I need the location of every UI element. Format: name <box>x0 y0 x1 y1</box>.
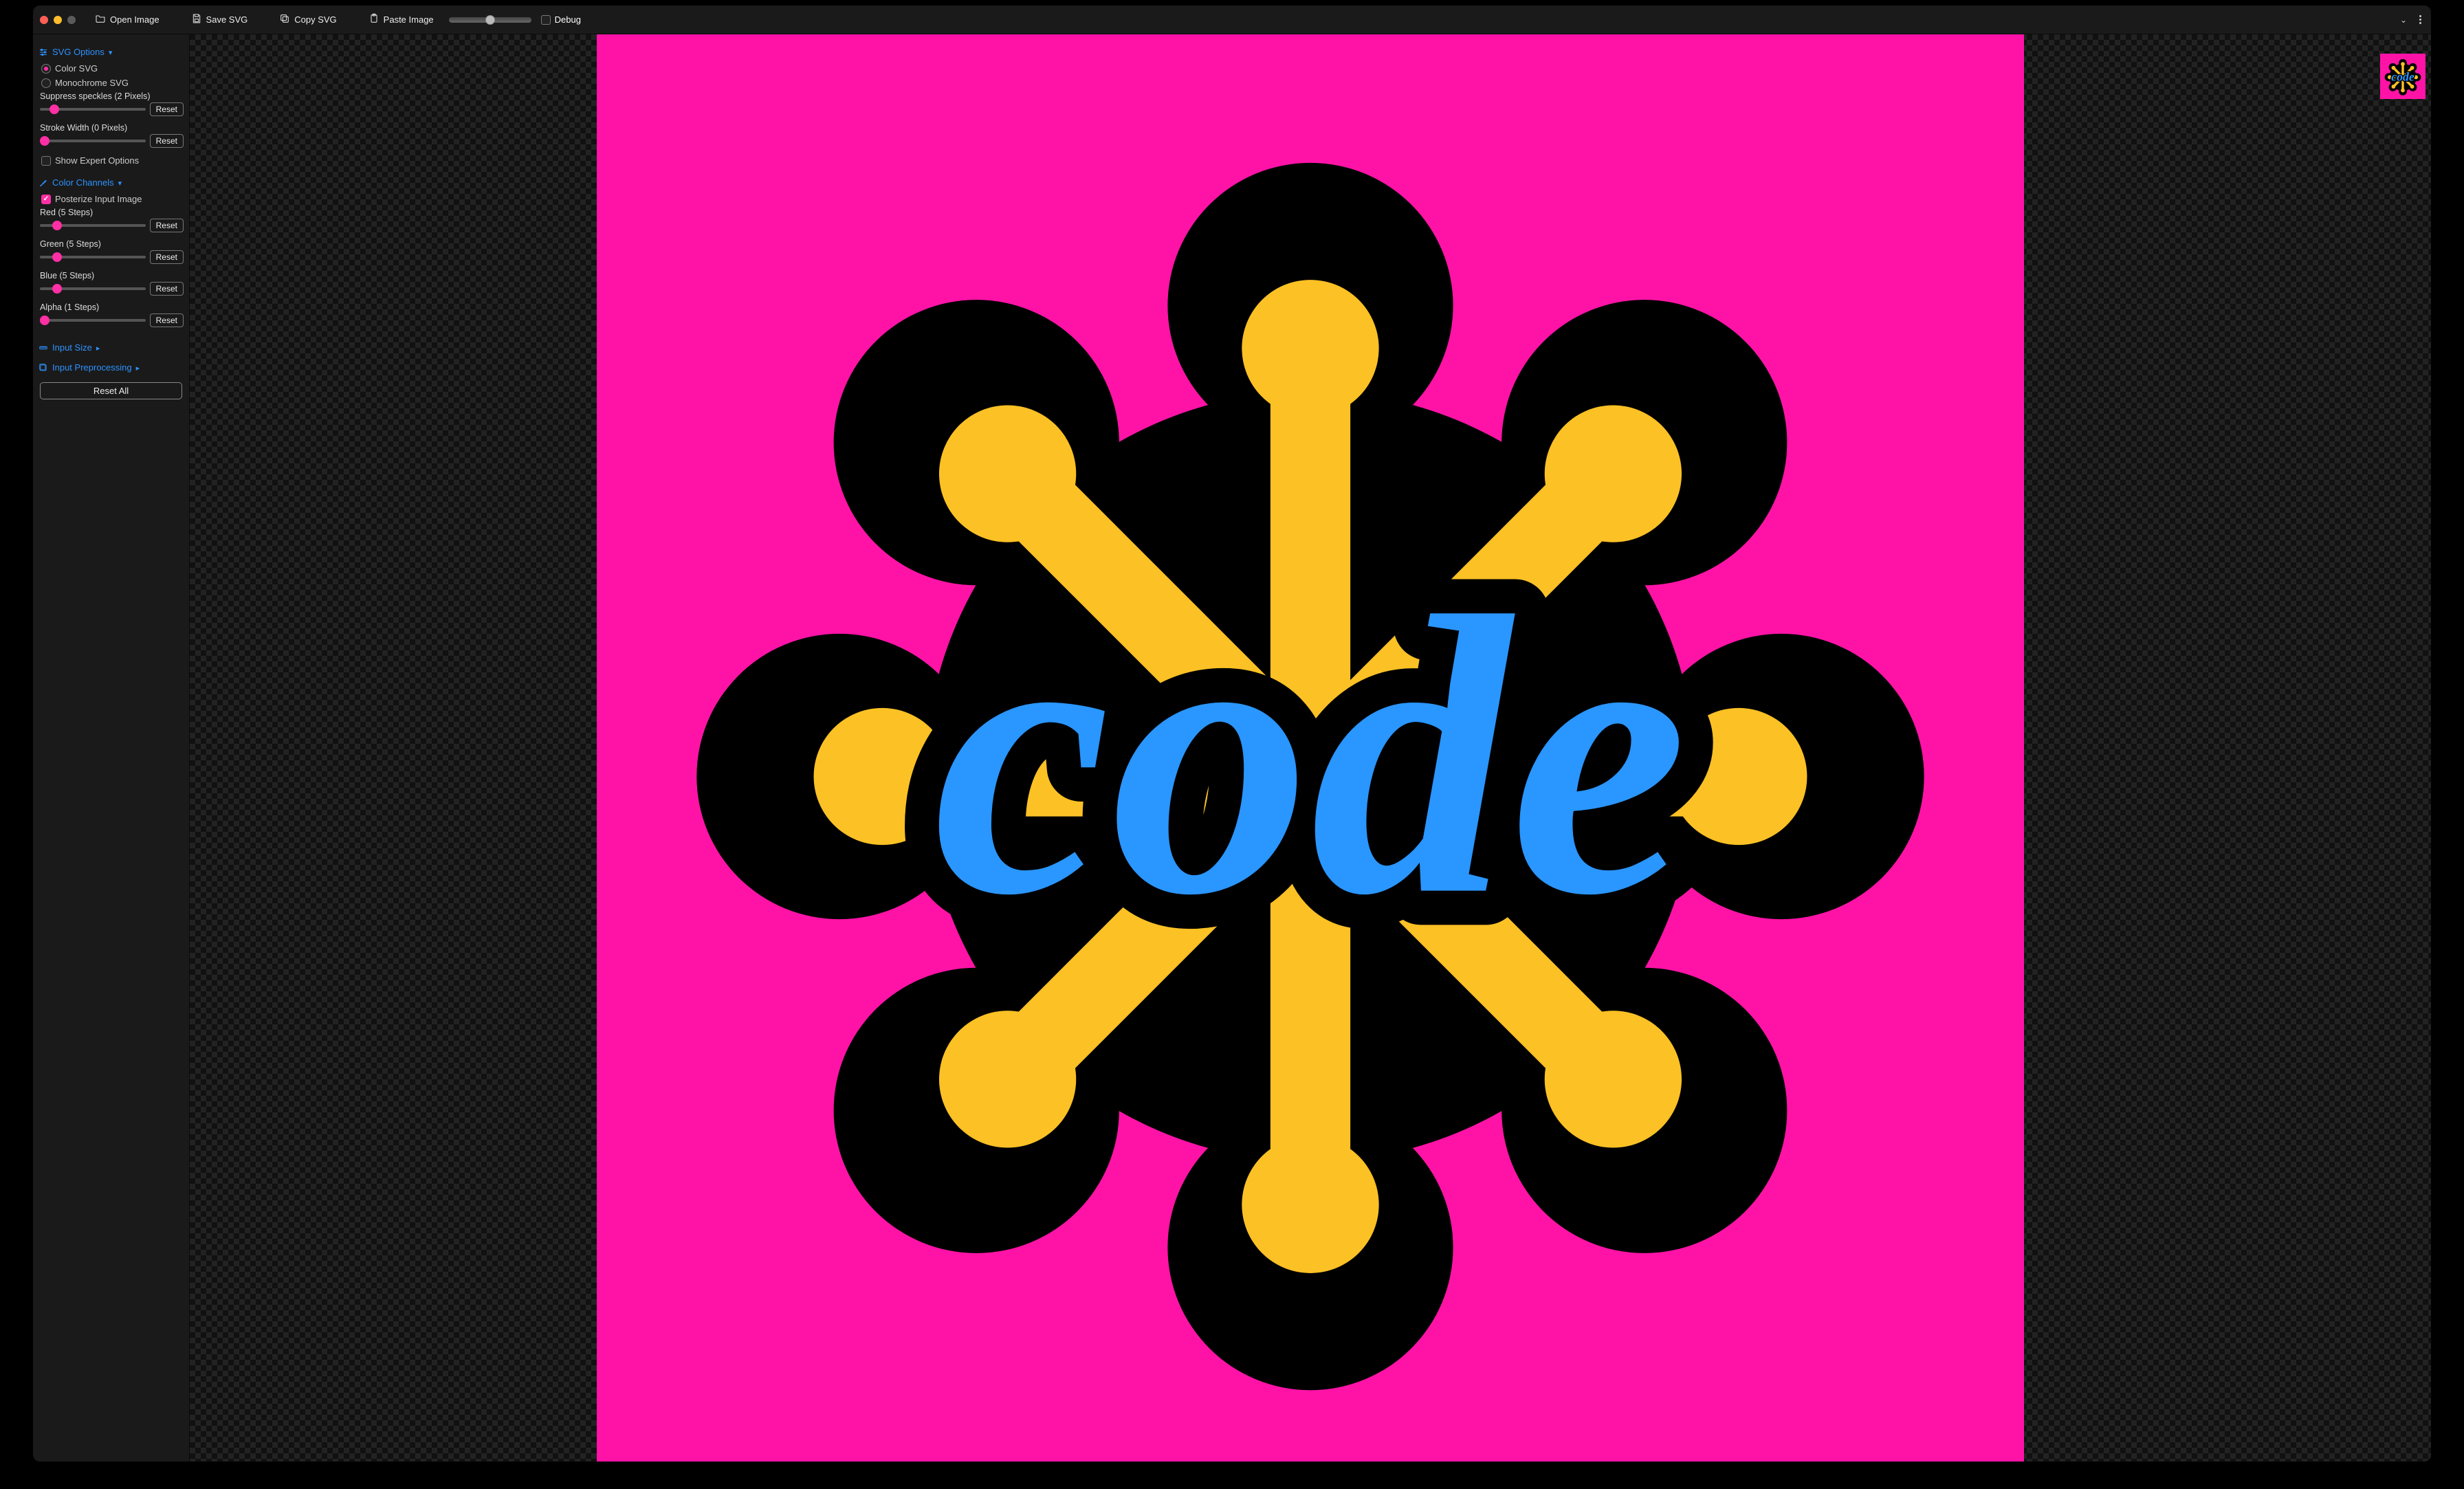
blue-slider[interactable] <box>40 287 146 290</box>
chevron-down-icon <box>109 47 113 57</box>
save-svg-button[interactable]: Save SVG <box>186 10 254 29</box>
copy-icon <box>279 13 290 26</box>
paste-image-button[interactable]: Paste Image <box>363 10 439 29</box>
alpha-slider[interactable] <box>40 319 146 322</box>
radio-color-svg-label: Color SVG <box>55 63 98 74</box>
folder-icon <box>95 13 106 26</box>
titlebar: Open Image Save SVG Copy SVG Paste Image <box>33 5 2431 34</box>
radio-monochrome-svg-label: Monochrome SVG <box>55 78 129 88</box>
show-expert-toggle[interactable]: Show Expert Options <box>38 153 185 168</box>
section-input-preprocessing-label: Input Preprocessing <box>52 362 132 373</box>
fullscreen-window-button[interactable] <box>67 16 76 24</box>
stroke-slider[interactable] <box>40 140 146 142</box>
window-controls <box>40 16 76 24</box>
app-body: SVG Options Color SVG Monochrome SVG Sup… <box>33 34 2431 1462</box>
expert-checkbox[interactable] <box>41 156 51 166</box>
section-svg-options[interactable]: SVG Options <box>37 44 185 60</box>
green-label: Green (5 Steps) <box>38 238 185 249</box>
radio-color-svg[interactable]: Color SVG <box>38 61 185 76</box>
debug-checkbox[interactable] <box>541 15 551 25</box>
copy-svg-label: Copy SVG <box>294 14 336 25</box>
posterize-checkbox[interactable] <box>41 195 51 204</box>
chevron-right-icon <box>136 362 140 373</box>
radio-monochrome-svg[interactable]: Monochrome SVG <box>38 76 185 90</box>
copy-svg-button[interactable]: Copy SVG <box>274 10 342 29</box>
alpha-label: Alpha (1 Steps) <box>38 301 185 312</box>
open-image-button[interactable]: Open Image <box>89 10 165 29</box>
speckles-reset-button[interactable]: Reset <box>150 102 184 116</box>
paste-image-label: Paste Image <box>384 14 434 25</box>
debug-toggle[interactable]: Debug <box>541 14 581 25</box>
chevron-right-icon <box>96 342 100 353</box>
ruler-icon <box>38 343 48 353</box>
radio-selected-icon <box>41 64 51 74</box>
alpha-reset-button[interactable]: Reset <box>150 313 184 327</box>
reset-all-button[interactable]: Reset All <box>40 382 182 399</box>
artwork-text: code <box>933 535 1687 978</box>
green-reset-button[interactable]: Reset <box>150 250 184 264</box>
more-menu-button[interactable] <box>2417 12 2424 27</box>
chevron-down-icon <box>118 177 122 188</box>
section-input-size-label: Input Size <box>52 342 92 353</box>
toolbar-slider[interactable] <box>449 17 531 23</box>
show-expert-label: Show Expert Options <box>55 155 139 166</box>
sliders-icon <box>38 47 48 57</box>
speckles-slider[interactable] <box>40 108 146 111</box>
save-icon <box>191 13 202 26</box>
section-color-channels[interactable]: Color Channels <box>37 175 185 190</box>
brush-icon <box>38 178 48 188</box>
collapse-chevron-icon[interactable]: ⌄ <box>2400 15 2407 25</box>
stroke-reset-button[interactable]: Reset <box>150 134 184 148</box>
stroke-label: Stroke Width (0 Pixels) <box>38 122 185 133</box>
layers-icon <box>38 363 48 373</box>
section-input-size[interactable]: Input Size <box>37 340 185 355</box>
red-label: Red (5 Steps) <box>38 206 185 217</box>
canvas-area: code code <box>190 34 2431 1462</box>
section-svg-options-label: SVG Options <box>52 47 104 57</box>
section-input-preprocessing[interactable]: Input Preprocessing <box>37 360 185 375</box>
red-slider[interactable] <box>40 224 146 227</box>
debug-label: Debug <box>555 14 581 25</box>
section-color-channels-label: Color Channels <box>52 177 114 188</box>
preview-thumbnail[interactable]: code code <box>2380 54 2426 99</box>
app-window: Open Image Save SVG Copy SVG Paste Image <box>33 5 2431 1462</box>
blue-reset-button[interactable]: Reset <box>150 282 184 296</box>
posterize-label: Posterize Input Image <box>55 194 142 204</box>
blue-label: Blue (5 Steps) <box>38 269 185 280</box>
svg-preview: code code <box>597 34 2024 1462</box>
green-slider[interactable] <box>40 256 146 258</box>
speckles-label: Suppress speckles (2 Pixels) <box>38 90 185 101</box>
paste-icon <box>368 13 380 26</box>
svg-text:code: code <box>2391 70 2414 84</box>
sidebar: SVG Options Color SVG Monochrome SVG Sup… <box>33 34 190 1462</box>
red-reset-button[interactable]: Reset <box>150 219 184 232</box>
minimize-window-button[interactable] <box>54 16 62 24</box>
close-window-button[interactable] <box>40 16 48 24</box>
open-image-label: Open Image <box>110 14 160 25</box>
save-svg-label: Save SVG <box>206 14 248 25</box>
radio-unselected-icon <box>41 78 51 88</box>
posterize-toggle[interactable]: Posterize Input Image <box>38 192 185 206</box>
